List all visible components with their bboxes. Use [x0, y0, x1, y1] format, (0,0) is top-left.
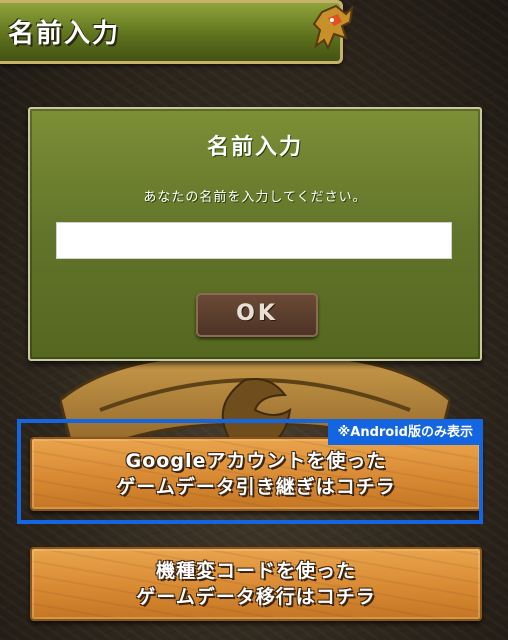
header-banner: 名前入力: [0, 0, 343, 64]
android-highlight-box: ※Android版のみ表示: [17, 419, 483, 524]
ok-button[interactable]: OK: [196, 293, 318, 337]
page-title: 名前入力: [8, 19, 121, 49]
dialog-title: 名前入力: [206, 135, 303, 160]
dragon-icon: [312, 4, 354, 51]
name-entry-dialog: 名前入力 あなたの名前を入力してください。 OK: [28, 107, 482, 361]
model-button-line1: 機種変コードを使った: [155, 560, 356, 582]
android-only-label: ※Android版のみ表示: [327, 423, 479, 445]
model-change-code-button[interactable]: 機種変コードを使った ゲームデータ移行はコチラ: [30, 547, 482, 621]
name-input[interactable]: [56, 222, 452, 259]
dialog-message: あなたの名前を入力してください。: [143, 190, 367, 205]
model-button-line2: ゲームデータ移行はコチラ: [136, 586, 376, 608]
